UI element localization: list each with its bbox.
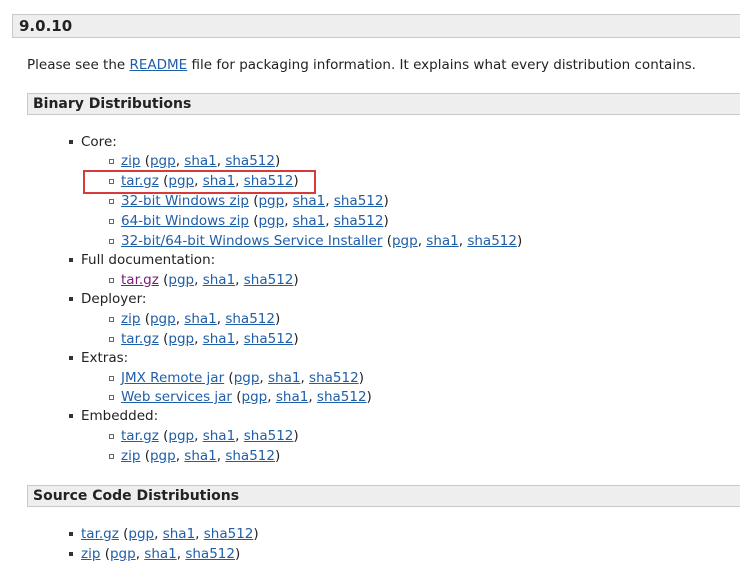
- sha512-link[interactable]: sha512: [467, 233, 517, 249]
- sha512-link[interactable]: sha512: [334, 193, 384, 209]
- sha1-link[interactable]: sha1: [268, 370, 300, 386]
- pgp-link[interactable]: pgp: [168, 428, 194, 444]
- square-bullet-icon: [109, 199, 114, 204]
- sha1-link[interactable]: sha1: [184, 153, 216, 169]
- group-label: Extras:: [81, 350, 129, 366]
- bullet-icon: [69, 552, 73, 556]
- source-distributions-title: Source Code Distributions: [33, 488, 240, 504]
- download-link[interactable]: tar.gz: [121, 331, 159, 347]
- square-bullet-icon: [109, 239, 114, 244]
- group-label: Embedded:: [81, 408, 159, 424]
- source-distributions-header: Source Code Distributions: [27, 485, 740, 507]
- bullet-icon: [69, 414, 73, 418]
- pgp-link[interactable]: pgp: [150, 153, 176, 169]
- pgp-link[interactable]: pgp: [258, 213, 284, 229]
- square-bullet-icon: [109, 278, 114, 283]
- download-link[interactable]: zip: [121, 448, 140, 464]
- sha512-link[interactable]: sha512: [225, 448, 275, 464]
- pgp-link[interactable]: pgp: [168, 331, 194, 347]
- readme-link[interactable]: README: [129, 57, 187, 73]
- download-link[interactable]: tar.gz: [121, 272, 159, 288]
- bullet-icon: [69, 532, 73, 536]
- sha1-link[interactable]: sha1: [293, 213, 325, 229]
- sha1-link[interactable]: sha1: [163, 526, 195, 542]
- sha1-link[interactable]: sha1: [276, 389, 308, 405]
- square-bullet-icon: [109, 159, 114, 164]
- sha512-link[interactable]: sha512: [244, 331, 294, 347]
- pgp-link[interactable]: pgp: [168, 272, 194, 288]
- download-link[interactable]: zip: [121, 153, 140, 169]
- square-bullet-icon: [109, 337, 114, 342]
- download-link[interactable]: Web services jar: [121, 389, 232, 405]
- sha1-link[interactable]: sha1: [184, 311, 216, 327]
- intro-text-after: file for packaging information. It expla…: [187, 57, 696, 73]
- pgp-link[interactable]: pgp: [150, 311, 176, 327]
- pgp-link[interactable]: pgp: [110, 546, 136, 562]
- sha1-link[interactable]: sha1: [184, 448, 216, 464]
- square-bullet-icon: [109, 376, 114, 381]
- group-label: Core:: [81, 134, 117, 150]
- square-bullet-icon: [109, 317, 114, 322]
- download-link[interactable]: tar.gz: [121, 428, 159, 444]
- pgp-link[interactable]: pgp: [258, 193, 284, 209]
- sha512-link[interactable]: sha512: [204, 526, 254, 542]
- sha1-link[interactable]: sha1: [203, 428, 235, 444]
- group-label: Deployer:: [81, 291, 147, 307]
- sha512-link[interactable]: sha512: [225, 153, 275, 169]
- sha1-link[interactable]: sha1: [426, 233, 458, 249]
- square-bullet-icon: [109, 219, 114, 224]
- square-bullet-icon: [109, 434, 114, 439]
- bullet-icon: [69, 297, 73, 301]
- sha512-link[interactable]: sha512: [334, 213, 384, 229]
- intro-paragraph: Please see the README file for packaging…: [27, 57, 696, 73]
- version-title: 9.0.10: [19, 17, 73, 35]
- highlight-annotation-box: [83, 170, 316, 194]
- pgp-link[interactable]: pgp: [392, 233, 418, 249]
- sha1-link[interactable]: sha1: [203, 331, 235, 347]
- binary-distributions-header: Binary Distributions: [27, 93, 740, 115]
- download-link[interactable]: zip: [121, 311, 140, 327]
- group-label: Full documentation:: [81, 252, 216, 268]
- square-bullet-icon: [109, 454, 114, 459]
- pgp-link[interactable]: pgp: [128, 526, 154, 542]
- intro-text-before: Please see the: [27, 57, 130, 73]
- sha512-link[interactable]: sha512: [244, 272, 294, 288]
- sha512-link[interactable]: sha512: [309, 370, 359, 386]
- bullet-icon: [69, 258, 73, 262]
- square-bullet-icon: [109, 395, 114, 400]
- sha1-link[interactable]: sha1: [293, 193, 325, 209]
- pgp-link[interactable]: pgp: [234, 370, 260, 386]
- sha512-link[interactable]: sha512: [185, 546, 235, 562]
- pgp-link[interactable]: pgp: [242, 389, 268, 405]
- binary-distributions-title: Binary Distributions: [33, 96, 192, 112]
- bullet-icon: [69, 140, 73, 144]
- download-link[interactable]: 64-bit Windows zip: [121, 213, 249, 229]
- sha1-link[interactable]: sha1: [144, 546, 176, 562]
- sha1-link[interactable]: sha1: [203, 272, 235, 288]
- sha512-link[interactable]: sha512: [317, 389, 367, 405]
- pgp-link[interactable]: pgp: [150, 448, 176, 464]
- download-link[interactable]: zip: [81, 546, 100, 562]
- sha512-link[interactable]: sha512: [244, 428, 294, 444]
- download-link[interactable]: 32-bit/64-bit Windows Service Installer: [121, 233, 382, 249]
- bullet-icon: [69, 356, 73, 360]
- download-link[interactable]: tar.gz: [81, 526, 119, 542]
- download-link[interactable]: 32-bit Windows zip: [121, 193, 249, 209]
- download-link[interactable]: JMX Remote jar: [121, 370, 224, 386]
- version-header: 9.0.10: [12, 14, 740, 38]
- sha512-link[interactable]: sha512: [225, 311, 275, 327]
